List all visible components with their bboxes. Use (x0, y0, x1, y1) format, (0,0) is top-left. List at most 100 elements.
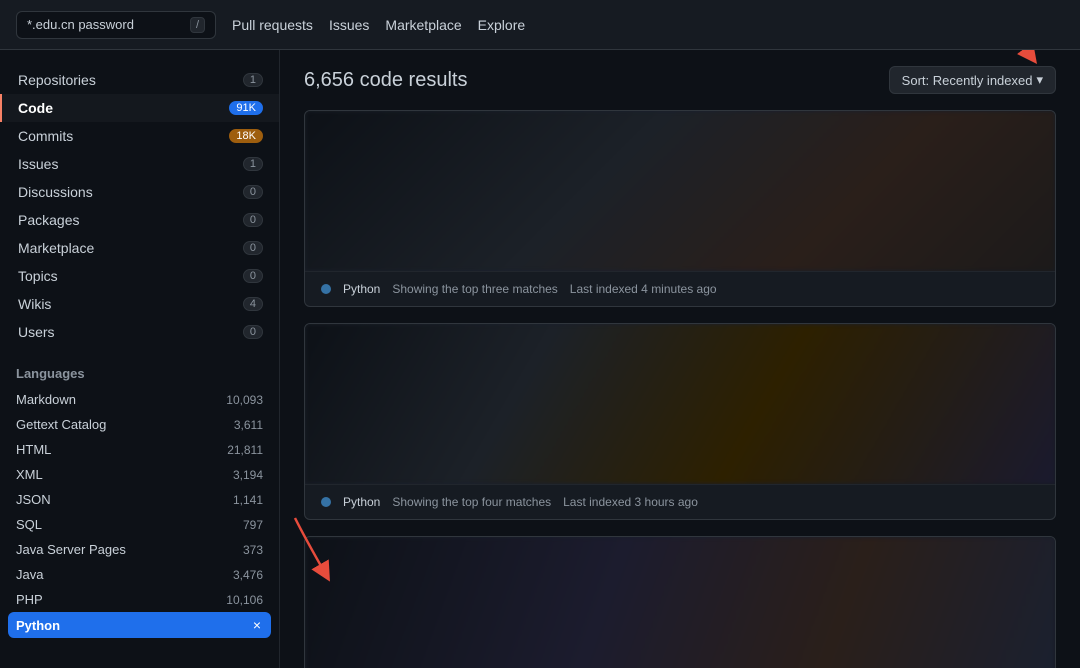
lang-item-php[interactable]: PHP 10,106 (0, 587, 279, 612)
result-match-text-1: Showing the top four matches (392, 495, 551, 509)
lang-item-json[interactable]: JSON 1,141 (0, 487, 279, 512)
result-lang-0: Python (343, 282, 380, 296)
lang-count-php: 10,106 (226, 593, 263, 607)
lang-item-xml[interactable]: XML 3,194 (0, 462, 279, 487)
result-indexed-text-0: Last indexed 4 minutes ago (570, 282, 717, 296)
nav-pull-requests[interactable]: Pull requests (232, 17, 313, 33)
sidebar-badge-repositories: 1 (243, 73, 263, 87)
result-footer-0: Python Showing the top three matches Las… (305, 271, 1055, 306)
lang-item-sql[interactable]: SQL 797 (0, 512, 279, 537)
sidebar-badge-topics: 0 (243, 269, 263, 283)
lang-count-sql: 797 (243, 518, 263, 532)
result-footer-1: Python Showing the top four matches Last… (305, 484, 1055, 519)
lang-count-markdown: 10,093 (226, 393, 263, 407)
sidebar-filter-section: Repositories 1 Code 91K Commits 18K Issu… (0, 66, 279, 346)
sidebar-label-code: Code (18, 100, 53, 116)
lang-label-gettext: Gettext Catalog (16, 417, 106, 432)
sidebar-label-commits: Commits (18, 128, 73, 144)
sidebar-label-topics: Topics (18, 268, 58, 284)
sidebar-label-marketplace: Marketplace (18, 240, 94, 256)
sidebar-badge-users: 0 (243, 325, 263, 339)
lang-label-java: Java (16, 567, 43, 582)
result-card-2: Python Showing the top two matches Last … (304, 536, 1056, 668)
content-area: 6,656 code results Sort: Recently indexe… (280, 50, 1080, 668)
remove-lang-filter-button[interactable]: × (251, 617, 263, 633)
lang-item-java-server-pages[interactable]: Java Server Pages 373 (0, 537, 279, 562)
lang-label-php: PHP (16, 592, 43, 607)
search-value: *.edu.cn password (27, 17, 134, 32)
sidebar-item-marketplace[interactable]: Marketplace 0 (0, 234, 279, 262)
lang-label-json: JSON (16, 492, 51, 507)
sort-button[interactable]: Sort: Recently indexed ▾ (889, 66, 1056, 94)
sidebar-label-repositories: Repositories (18, 72, 96, 88)
lang-count-xml: 3,194 (233, 468, 263, 482)
sidebar: Repositories 1 Code 91K Commits 18K Issu… (0, 50, 280, 668)
sidebar-badge-issues: 1 (243, 157, 263, 171)
lang-label-markdown: Markdown (16, 392, 76, 407)
sidebar-label-packages: Packages (18, 212, 79, 228)
sidebar-label-users: Users (18, 324, 55, 340)
slash-key: / (190, 17, 205, 33)
topnav: *.edu.cn password / Pull requests Issues… (0, 0, 1080, 50)
sidebar-item-repositories[interactable]: Repositories 1 (0, 66, 279, 94)
result-match-text-0: Showing the top three matches (392, 282, 557, 296)
lang-item-markdown[interactable]: Markdown 10,093 (0, 387, 279, 412)
lang-label-html: HTML (16, 442, 51, 457)
results-list: Python Showing the top three matches Las… (304, 110, 1056, 668)
sort-chevron-icon: ▾ (1036, 72, 1043, 88)
lang-count-java: 3,476 (233, 568, 263, 582)
sidebar-label-discussions: Discussions (18, 184, 93, 200)
sidebar-label-issues: Issues (18, 156, 58, 172)
sidebar-badge-packages: 0 (243, 213, 263, 227)
lang-count-java-server-pages: 373 (243, 543, 263, 557)
sidebar-badge-discussions: 0 (243, 185, 263, 199)
lang-item-gettext[interactable]: Gettext Catalog 3,611 (0, 412, 279, 437)
sort-container: Sort: Recently indexed ▾ (889, 66, 1056, 94)
sidebar-badge-marketplace: 0 (243, 241, 263, 255)
languages-title: Languages (0, 354, 279, 387)
lang-dot-0 (321, 284, 331, 294)
lang-count-html: 21,811 (227, 443, 263, 457)
sidebar-item-packages[interactable]: Packages 0 (0, 206, 279, 234)
lang-count-json: 1,141 (233, 493, 263, 507)
lang-item-java[interactable]: Java 3,476 (0, 562, 279, 587)
result-blur-bg-0 (305, 111, 1055, 271)
result-preview-0 (305, 111, 1055, 271)
selected-lang-label: Python (16, 618, 60, 633)
sidebar-badge-code: 91K (229, 101, 263, 115)
result-preview-1 (305, 324, 1055, 484)
sidebar-item-topics[interactable]: Topics 0 (0, 262, 279, 290)
nav-marketplace[interactable]: Marketplace (385, 17, 461, 33)
sidebar-item-users[interactable]: Users 0 (0, 318, 279, 346)
sidebar-item-wikis[interactable]: Wikis 4 (0, 290, 279, 318)
lang-dot-1 (321, 497, 331, 507)
selected-lang-python[interactable]: Python × (8, 612, 271, 638)
result-card-1: Python Showing the top four matches Last… (304, 323, 1056, 520)
main-layout: Repositories 1 Code 91K Commits 18K Issu… (0, 50, 1080, 668)
sidebar-label-wikis: Wikis (18, 296, 51, 312)
result-blur-bg-1 (305, 324, 1055, 484)
search-box[interactable]: *.edu.cn password / (16, 11, 216, 39)
lang-label-java-server-pages: Java Server Pages (16, 542, 126, 557)
lang-label-xml: XML (16, 467, 43, 482)
sidebar-badge-commits: 18K (229, 129, 263, 143)
result-preview-2 (305, 537, 1055, 668)
lang-item-html[interactable]: HTML 21,811 (0, 437, 279, 462)
result-card-0: Python Showing the top three matches Las… (304, 110, 1056, 307)
sidebar-badge-wikis: 4 (243, 297, 263, 311)
nav-issues[interactable]: Issues (329, 17, 369, 33)
sidebar-item-issues[interactable]: Issues 1 (0, 150, 279, 178)
result-indexed-text-1: Last indexed 3 hours ago (563, 495, 698, 509)
sidebar-item-discussions[interactable]: Discussions 0 (0, 178, 279, 206)
result-blur-bg-2 (305, 537, 1055, 668)
result-lang-1: Python (343, 495, 380, 509)
results-header: 6,656 code results Sort: Recently indexe… (304, 66, 1056, 94)
lang-label-sql: SQL (16, 517, 42, 532)
sidebar-item-code[interactable]: Code 91K (0, 94, 279, 122)
sidebar-item-commits[interactable]: Commits 18K (0, 122, 279, 150)
lang-count-gettext: 3,611 (234, 418, 263, 432)
sort-label: Sort: Recently indexed (902, 73, 1033, 88)
results-count: 6,656 code results (304, 69, 467, 92)
sidebar-languages-section: Languages Markdown 10,093 Gettext Catalo… (0, 354, 279, 638)
nav-explore[interactable]: Explore (478, 17, 525, 33)
